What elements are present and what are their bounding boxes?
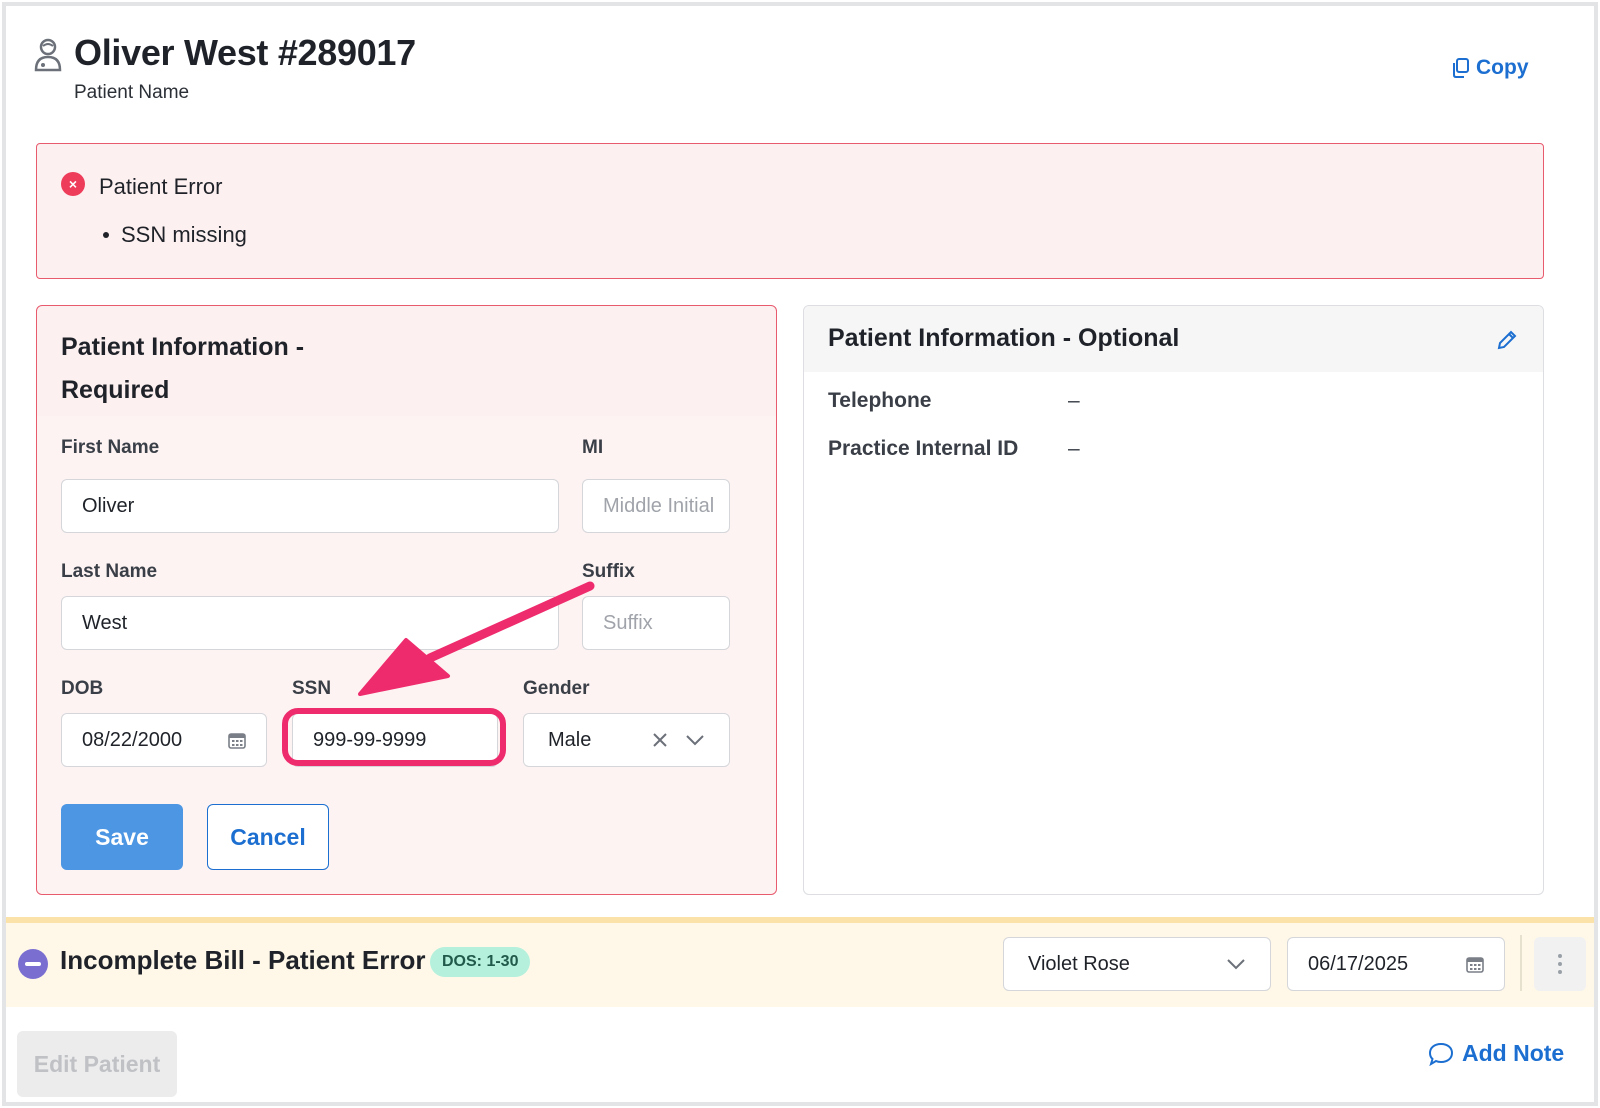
suffix-label: Suffix [582,561,635,582]
calendar-icon[interactable] [228,731,246,749]
edit-patient-button[interactable]: Edit Patient [17,1031,177,1097]
gender-select[interactable]: Male [523,713,730,767]
incomplete-bill-bar: Incomplete Bill - Patient Error DOS: 1-3… [6,917,1594,1007]
alert-item: SSN missing [103,222,247,248]
mi-field[interactable]: Middle Initial [582,479,730,533]
calendar-icon[interactable] [1466,955,1484,973]
add-note-label: Add Note [1462,1040,1565,1066]
bill-title: Incomplete Bill - Patient Error [60,945,426,975]
copy-icon [1453,58,1469,78]
provider-select[interactable]: Violet Rose [1003,937,1271,991]
practice-id-value: – [1068,437,1080,460]
first-name-label: First Name [61,437,160,458]
bill-date-value: 06/17/2025 [1308,952,1409,975]
telephone-value: – [1068,389,1080,412]
dob-label: DOB [61,678,104,699]
copy-button[interactable]: Copy [1452,56,1529,80]
comment-icon [1428,1042,1454,1066]
practice-id-label: Practice Internal ID [828,437,1019,460]
edit-pencil-icon[interactable] [1495,328,1519,352]
last-name-field[interactable]: West [61,596,559,650]
chevron-down-icon[interactable] [685,733,705,747]
minus-circle-icon[interactable] [18,949,48,979]
bullet-icon [103,232,109,238]
optional-card-title: Patient Information - Optional [828,324,1180,352]
bill-date-field[interactable]: 06/17/2025 [1287,937,1505,991]
copy-label: Copy [1476,56,1529,79]
last-name-label: Last Name [61,561,158,582]
required-card-title: Patient Information - Required [61,333,305,404]
bill-divider [1520,935,1522,991]
cancel-button[interactable]: Cancel [207,804,329,870]
alert-item-text: SSN missing [121,222,247,247]
page-subtitle: Patient Name [74,82,190,103]
dos-badge: DOS: 1-30 [430,947,531,977]
ssn-label: SSN [292,678,332,699]
telephone-label: Telephone [828,389,932,412]
gender-label: Gender [523,678,590,699]
optional-card-header: Patient Information - Optional [804,306,1543,372]
error-close-icon: × [61,172,85,196]
suffix-field[interactable]: Suffix [582,596,730,650]
dob-value: 08/22/2000 [82,728,183,751]
add-note-button[interactable]: Add Note [1428,1040,1564,1067]
save-button[interactable]: Save [61,804,183,870]
patient-icon [34,38,62,72]
page-title: Oliver West #289017 [74,32,416,73]
alert-title: Patient Error [99,174,223,199]
ssn-highlight-outline [282,708,506,766]
clear-icon[interactable] [651,731,669,749]
patient-error-alert: × Patient Error SSN missing [36,143,1544,279]
optional-info-card: Patient Information - Optional Telephone… [803,305,1544,895]
provider-value: Violet Rose [1028,952,1130,975]
chevron-down-icon [1227,959,1245,970]
mi-label: MI [582,437,604,458]
gender-value: Male [548,728,592,751]
kebab-menu-icon[interactable] [1534,937,1586,991]
dob-field[interactable]: 08/22/2000 [61,713,267,767]
first-name-field[interactable]: Oliver [61,479,559,533]
